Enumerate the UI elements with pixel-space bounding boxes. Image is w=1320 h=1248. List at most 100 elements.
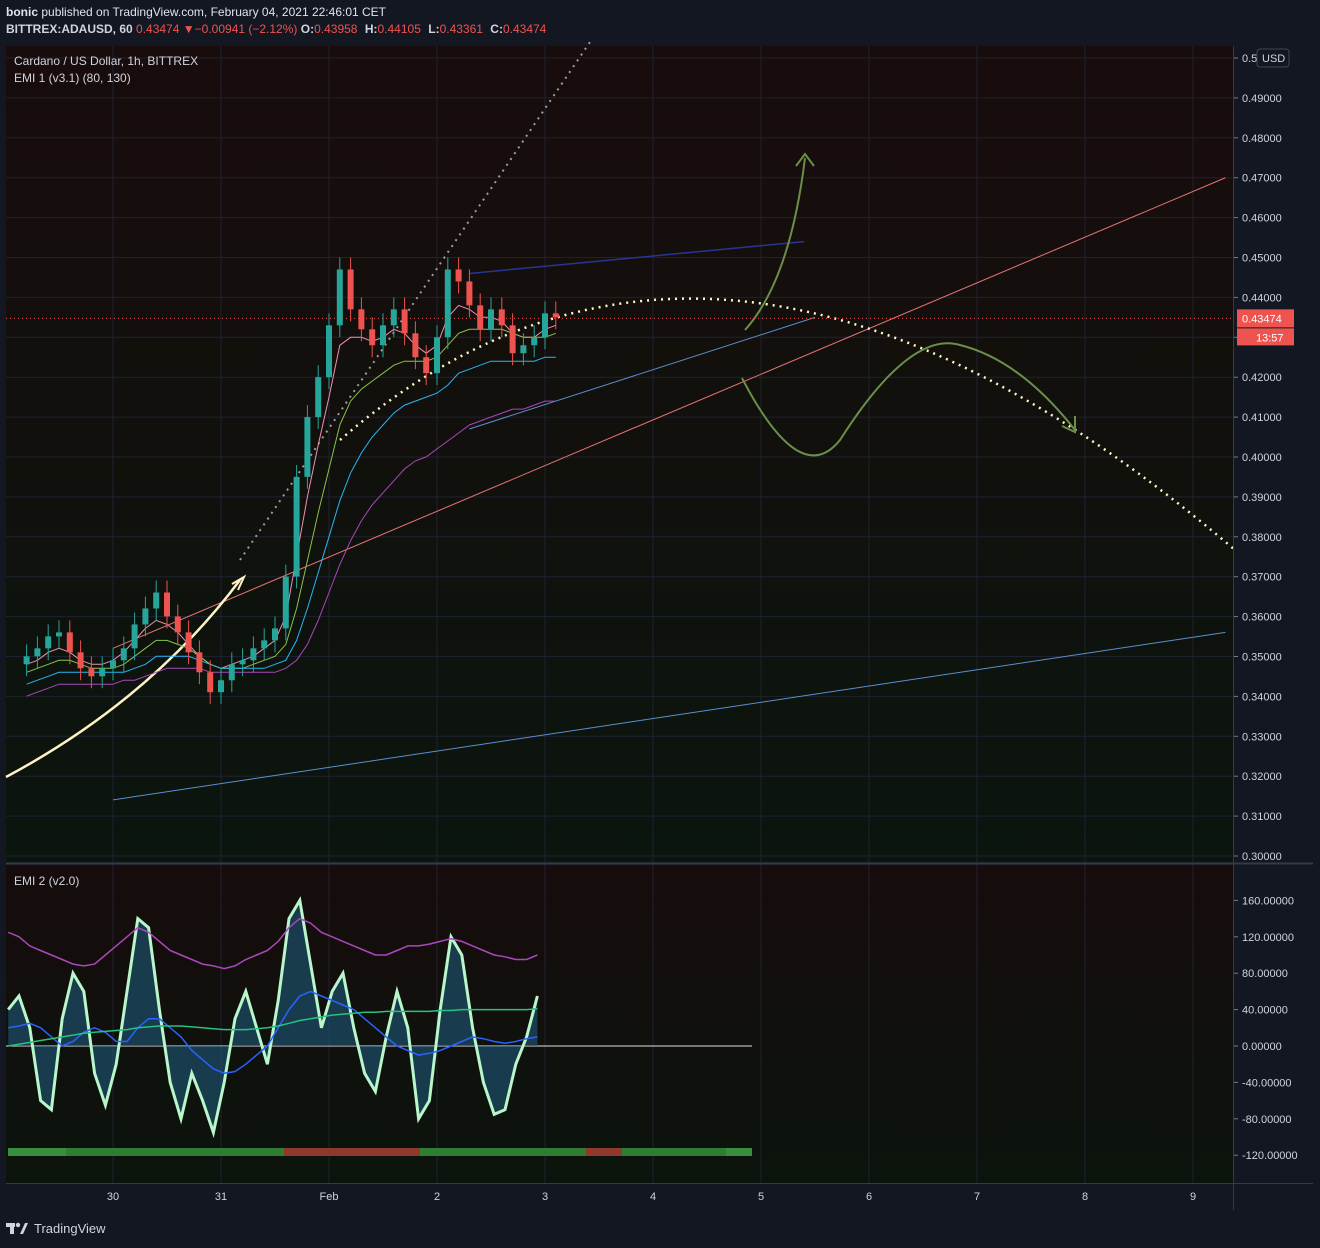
candle-body bbox=[282, 576, 289, 629]
candle-body bbox=[196, 652, 203, 673]
candle-body bbox=[110, 660, 116, 669]
candle-body bbox=[131, 624, 138, 649]
trend-strip-segment bbox=[284, 1148, 420, 1156]
price-tick-label: 0.41000 bbox=[1242, 412, 1282, 424]
candle-body bbox=[250, 648, 257, 661]
price-tick-label: 0.5 bbox=[1242, 53, 1257, 65]
candle-body bbox=[272, 628, 278, 641]
price-tick-label: 0.30000 bbox=[1242, 851, 1282, 863]
indicator-1-label[interactable]: EMI 1 (v3.1) (80, 130) bbox=[14, 71, 131, 85]
candle-body bbox=[477, 305, 484, 330]
price-tick-label: 0.46000 bbox=[1242, 213, 1282, 225]
trend-strip-segment bbox=[66, 1148, 284, 1156]
oscillator-tick-label: 160.00000 bbox=[1242, 895, 1294, 907]
candle-body bbox=[336, 269, 343, 326]
candle-body bbox=[423, 357, 430, 374]
candle-body bbox=[369, 329, 376, 346]
candle-body bbox=[56, 632, 62, 637]
price-tick-label: 0.48000 bbox=[1242, 133, 1282, 145]
candle-body bbox=[23, 656, 30, 665]
candle-body bbox=[164, 592, 170, 617]
time-axis[interactable]: 30 31 Feb 2 3 4 5 6 7 8 9 bbox=[107, 1191, 1196, 1203]
candle-body bbox=[77, 652, 84, 669]
candle-body bbox=[488, 309, 494, 330]
price-tick-label: 0.47000 bbox=[1242, 173, 1282, 185]
oscillator-tick-label: -80.00000 bbox=[1242, 1114, 1292, 1126]
trend-strip-segment bbox=[622, 1148, 726, 1156]
time-tick-label: 6 bbox=[866, 1191, 872, 1203]
candle-body bbox=[509, 325, 516, 354]
candle-body bbox=[185, 632, 192, 653]
oscillator-tick-label: -120.00000 bbox=[1242, 1150, 1298, 1162]
candle-body bbox=[88, 668, 95, 677]
price-tick-label: 0.42000 bbox=[1242, 372, 1282, 384]
last-price-badge-text: 0.43474 bbox=[1242, 313, 1282, 325]
footer-brand[interactable]: TradingView bbox=[6, 1220, 106, 1236]
time-tick-label: 8 bbox=[1082, 1191, 1088, 1203]
candle-body bbox=[412, 333, 419, 358]
candle-body bbox=[239, 660, 246, 665]
trend-strip-segment bbox=[420, 1148, 586, 1156]
time-tick-label: 30 bbox=[107, 1191, 119, 1203]
trend-strip-segment bbox=[8, 1148, 66, 1156]
price-tick-label: 0.33000 bbox=[1242, 731, 1282, 743]
trend-strip-segment bbox=[726, 1148, 752, 1156]
price-tick-label: 0.37000 bbox=[1242, 572, 1282, 584]
time-tick-label: 9 bbox=[1190, 1191, 1196, 1203]
candle-body bbox=[261, 640, 268, 649]
indicator-2-label[interactable]: EMI 2 (v2.0) bbox=[14, 874, 79, 888]
candle-body bbox=[315, 377, 322, 418]
candle-body bbox=[120, 648, 127, 661]
candle-body bbox=[498, 309, 505, 326]
currency-badge-text: USD bbox=[1262, 53, 1285, 65]
price-tick-label: 0.38000 bbox=[1242, 532, 1282, 544]
candle-body bbox=[293, 476, 300, 577]
candle-body bbox=[531, 337, 538, 346]
sub-pane-bg bbox=[6, 865, 1233, 1183]
price-tick-label: 0.34000 bbox=[1242, 691, 1282, 703]
candle-body bbox=[207, 672, 214, 693]
price-tick-label: 0.40000 bbox=[1242, 452, 1282, 464]
time-tick-label: 4 bbox=[650, 1191, 656, 1203]
time-tick-label: 31 bbox=[215, 1191, 227, 1203]
price-axis[interactable]: 0.5 0.49000 0.48000 0.47000 0.46000 0.45000 0.… bbox=[1233, 53, 1282, 863]
oscillator-tick-label: 0.00000 bbox=[1242, 1041, 1282, 1053]
candle-body bbox=[45, 636, 52, 649]
candle-body bbox=[520, 345, 527, 354]
time-tick-label: Feb bbox=[320, 1191, 339, 1203]
candle-body bbox=[153, 592, 160, 609]
candle-body bbox=[99, 668, 106, 677]
candle-body bbox=[66, 632, 73, 653]
candle-body bbox=[542, 313, 548, 338]
candle-body bbox=[218, 680, 224, 693]
chart-canvas[interactable]: 0.5 0.49000 0.48000 0.47000 0.46000 0.45000 0.… bbox=[0, 0, 1320, 1248]
time-tick-label: 3 bbox=[542, 1191, 548, 1203]
candle-body bbox=[455, 269, 462, 282]
candle-body bbox=[444, 269, 451, 338]
candle-body bbox=[142, 608, 149, 625]
candle-body bbox=[380, 325, 386, 346]
trend-strip-segment bbox=[586, 1148, 622, 1156]
main-pane-bg bbox=[6, 46, 1233, 862]
oscillator-tick-label: 80.00000 bbox=[1242, 968, 1288, 980]
candle-body bbox=[174, 616, 181, 633]
main-title[interactable]: Cardano / US Dollar, 1h, BITTREX bbox=[14, 54, 198, 68]
candle-body bbox=[304, 417, 311, 477]
candle-body bbox=[552, 313, 559, 318]
oscillator-axis[interactable]: 160.00000 120.00000 80.00000 40.00000 0.0000… bbox=[1233, 895, 1298, 1162]
price-tick-label: 0.32000 bbox=[1242, 771, 1282, 783]
candle-body bbox=[466, 281, 473, 306]
countdown-badge-text: 13:57 bbox=[1256, 332, 1284, 344]
oscillator-tick-label: -40.00000 bbox=[1242, 1077, 1292, 1089]
candle-body bbox=[326, 325, 332, 378]
price-tick-label: 0.45000 bbox=[1242, 253, 1282, 265]
price-tick-label: 0.36000 bbox=[1242, 612, 1282, 624]
price-tick-label: 0.44000 bbox=[1242, 292, 1282, 304]
price-tick-label: 0.39000 bbox=[1242, 492, 1282, 504]
candle-body bbox=[401, 309, 408, 334]
price-tick-label: 0.49000 bbox=[1242, 93, 1282, 105]
time-tick-label: 2 bbox=[434, 1191, 440, 1203]
footer-brand-text: TradingView bbox=[34, 1220, 106, 1236]
price-tick-label: 0.35000 bbox=[1242, 652, 1282, 664]
oscillator-tick-label: 120.00000 bbox=[1242, 932, 1294, 944]
